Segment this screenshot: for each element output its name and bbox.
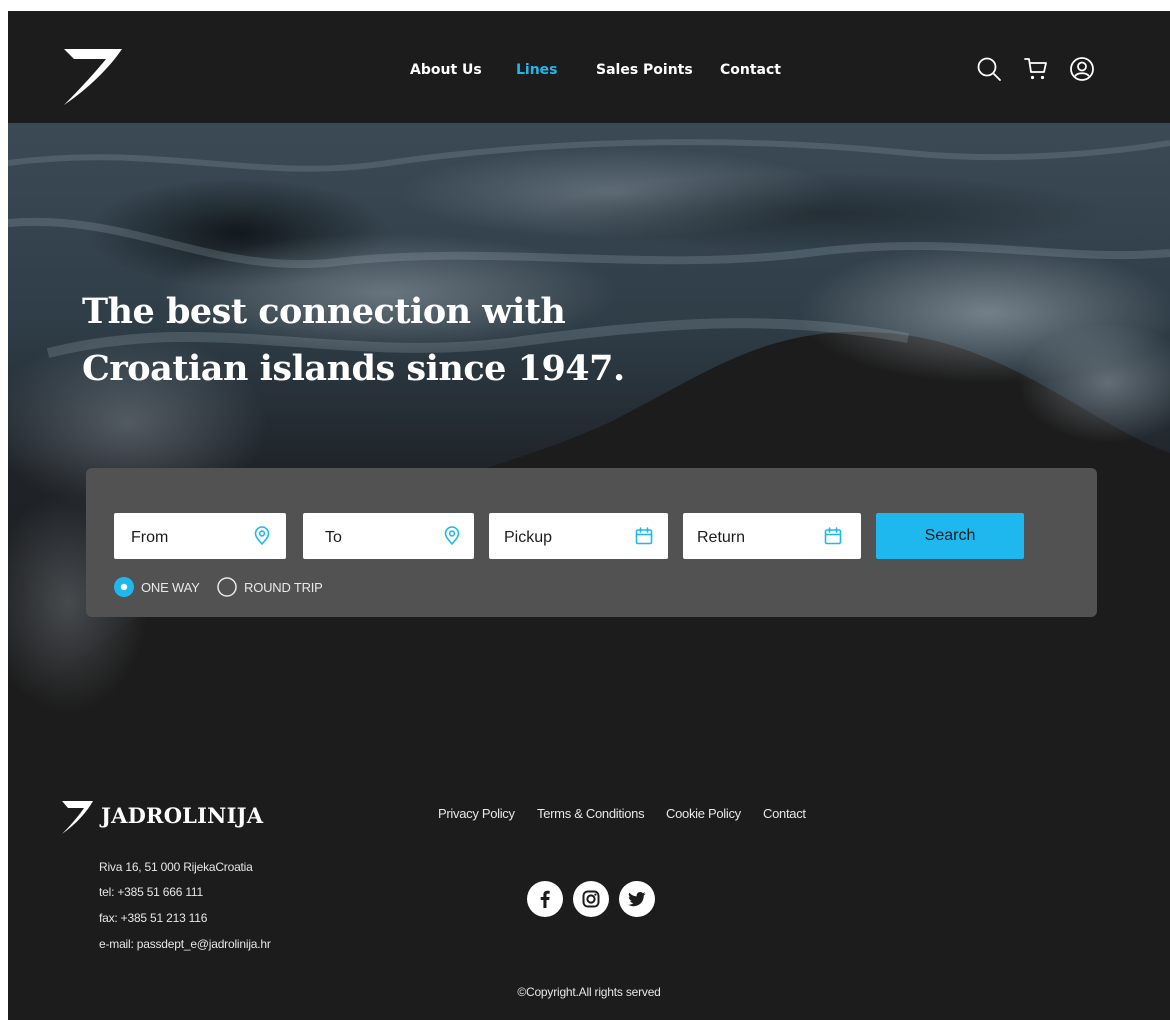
calendar-icon [824,527,842,545]
cart-icon[interactable] [1023,56,1049,82]
twitter-icon[interactable] [619,881,655,917]
search-icon[interactable] [976,56,1002,82]
to-label: To [325,529,342,546]
trip-option-label: ONE WAY [141,580,200,595]
hero-headline: The best connection with Croatian island… [82,283,682,397]
fax: fax: +385 51 213 116 [99,911,208,925]
headline-line-1: The best connection with [82,291,566,332]
from-label: From [131,529,169,546]
phone: tel: +385 51 666 111 [99,885,203,899]
nav-lines[interactable]: Lines [516,62,558,78]
user-icon[interactable] [1069,56,1095,82]
pickup-field[interactable]: Pickup [489,513,668,559]
search-panel: From To Pickup Return Search ONE WAY ROU… [86,468,1097,617]
calendar-icon [635,527,653,545]
radio-unselected-icon [217,577,237,597]
search-button[interactable]: Search [876,513,1024,559]
instagram-icon[interactable] [573,881,609,917]
header: About Us Lines Sales Points Contact [8,11,1170,123]
copyright: ©Copyright.All rights served [517,985,661,999]
location-pin-icon [444,526,460,545]
footer-link-cookie-policy[interactable]: Cookie Policy [666,806,741,821]
pickup-label: Pickup [504,529,553,546]
page: About Us Lines Sales Points Contact The … [8,11,1170,1020]
footer-link-contact[interactable]: Contact [763,806,806,821]
facebook-icon[interactable] [527,881,563,917]
email[interactable]: e-mail: passdept_e@jadrolinija.hr [99,937,271,951]
footer: JADROLINIJA Riva 16, 51 000 RijekaCroati… [8,743,1170,1020]
radio-selected-icon [114,577,134,597]
ocean-wave-image [8,123,1170,743]
nav-sales-points[interactable]: Sales Points [596,62,693,78]
brand-name: JADROLINIJA [101,803,264,828]
location-pin-icon [254,526,270,545]
nav-about-us[interactable]: About Us [410,62,482,78]
trip-option-round-trip[interactable]: ROUND TRIP [217,577,337,597]
footer-link-privacy-policy[interactable]: Privacy Policy [438,806,515,821]
trip-option-label: ROUND TRIP [244,580,323,595]
footer-link-terms[interactable]: Terms & Conditions [537,806,645,821]
trip-option-one-way[interactable]: ONE WAY [114,577,214,597]
from-field[interactable]: From [114,513,286,559]
headline-line-2: Croatian islands since 1947. [82,348,625,389]
return-label: Return [697,529,746,546]
return-field[interactable]: Return [683,513,861,559]
to-field[interactable]: To [303,513,474,559]
swoosh-logo-icon[interactable] [60,799,94,835]
address: Riva 16, 51 000 RijekaCroatia [99,860,253,874]
nav-contact[interactable]: Contact [720,62,781,78]
hero: The best connection with Croatian island… [8,123,1170,743]
